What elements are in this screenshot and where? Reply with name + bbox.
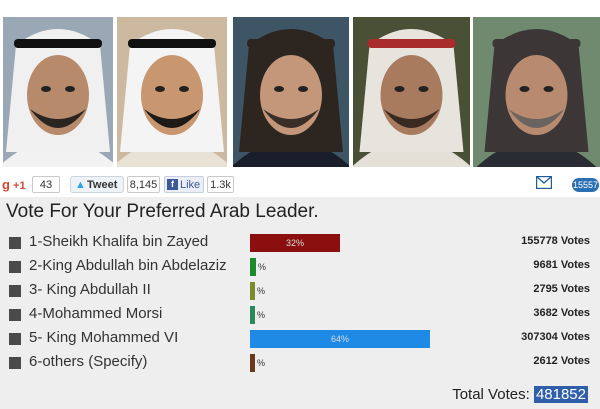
option-bullet-icon bbox=[9, 261, 21, 273]
tweet-count: 8,145 bbox=[127, 176, 160, 193]
leader-photo-strip bbox=[0, 17, 600, 167]
leader-photo-1 bbox=[3, 17, 113, 167]
option-result-bar bbox=[250, 354, 255, 372]
option-result-bar bbox=[250, 306, 255, 324]
total-votes: Total Votes: 481852 bbox=[452, 386, 588, 403]
total-votes-value: 481852 bbox=[533, 386, 588, 403]
facebook-icon: f bbox=[167, 179, 178, 190]
poll-option[interactable]: 6-others (Specify)% 2612 Votes bbox=[0, 351, 600, 375]
share-bar: g +1 43 ▲ Tweet 8,145 f Like 1.3k 15557 bbox=[0, 173, 600, 197]
poll-option[interactable]: 4-Mohammed Morsi% 3682 Votes bbox=[0, 303, 600, 327]
option-bullet-icon bbox=[9, 309, 21, 321]
option-bullet-icon bbox=[9, 237, 21, 249]
twitter-bird-icon: ▲ bbox=[75, 179, 86, 191]
facebook-like-button[interactable]: f Like bbox=[164, 176, 204, 193]
option-percent: % bbox=[257, 286, 266, 296]
option-label: 4-Mohammed Morsi bbox=[29, 305, 163, 322]
poll-panel: Vote For Your Preferred Arab Leader. 1-S… bbox=[0, 197, 600, 409]
option-percent: % bbox=[257, 358, 266, 368]
option-votes: 2612 Votes bbox=[533, 355, 590, 367]
poll-option[interactable]: 5- King Mohammed VI 64% 307304 Votes bbox=[0, 327, 600, 351]
option-bullet-icon bbox=[9, 285, 21, 297]
option-label: 6-others (Specify) bbox=[29, 353, 148, 370]
option-label: 1-Sheikh Khalifa bin Zayed bbox=[29, 233, 209, 250]
leader-photo-2 bbox=[117, 17, 227, 167]
option-bullet-icon bbox=[9, 333, 21, 345]
google-plus-icon: g bbox=[2, 177, 10, 192]
option-result-bar bbox=[250, 282, 255, 300]
option-percent: 64% bbox=[330, 334, 349, 344]
option-percent: % bbox=[258, 262, 267, 272]
option-votes: 9681 Votes bbox=[533, 259, 590, 271]
option-votes: 155778 Votes bbox=[521, 235, 590, 247]
option-bullet-icon bbox=[9, 357, 21, 369]
option-percent: 32% bbox=[285, 238, 304, 248]
poll-option[interactable]: 2-King Abdullah bin Abdelaziz% 9681 Votes bbox=[0, 255, 600, 279]
mail-icon[interactable] bbox=[536, 176, 552, 189]
leader-photo-4 bbox=[353, 17, 470, 167]
leader-photo-5 bbox=[473, 17, 600, 167]
option-votes: 2795 Votes bbox=[533, 283, 590, 295]
google-plus-button[interactable]: g +1 bbox=[0, 176, 30, 193]
leader-photo-3 bbox=[233, 17, 349, 167]
google-plus-count: 43 bbox=[32, 176, 60, 193]
option-percent: % bbox=[257, 310, 266, 320]
option-label: 2-King Abdullah bin Abdelaziz bbox=[29, 257, 227, 274]
option-result-bar bbox=[250, 258, 256, 276]
poll-option[interactable]: 3- King Abdullah II% 2795 Votes bbox=[0, 279, 600, 303]
poll-option[interactable]: 1-Sheikh Khalifa bin Zayed 32% 155778 Vote… bbox=[0, 231, 600, 255]
option-label: 3- King Abdullah II bbox=[29, 281, 151, 298]
poll-title: Vote For Your Preferred Arab Leader. bbox=[6, 201, 319, 222]
share-count-badge: 15557 bbox=[572, 178, 599, 192]
total-votes-label: Total Votes: bbox=[452, 386, 530, 403]
option-label: 5- King Mohammed VI bbox=[29, 329, 179, 346]
tweet-button[interactable]: ▲ Tweet bbox=[70, 176, 124, 193]
option-votes: 307304 Votes bbox=[521, 331, 590, 343]
facebook-like-count: 1.3k bbox=[207, 176, 234, 193]
option-votes: 3682 Votes bbox=[533, 307, 590, 319]
